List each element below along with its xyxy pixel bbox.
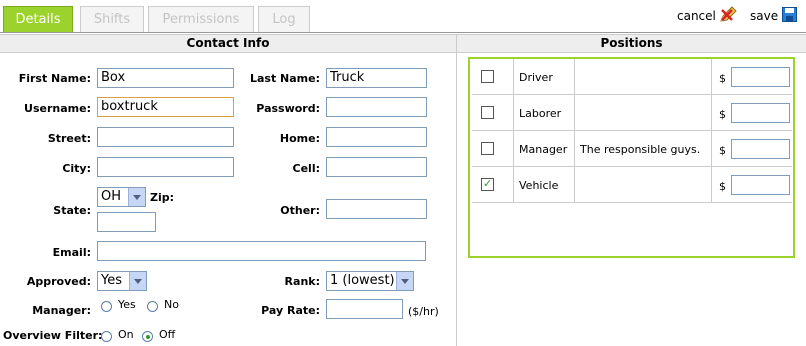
email-field[interactable]: [97, 241, 426, 261]
table-row: Vehicle $: [472, 167, 792, 203]
position-name: Laborer: [519, 107, 562, 120]
other-label: Other:: [280, 204, 320, 217]
cell-field[interactable]: [326, 157, 427, 177]
other-field[interactable]: [326, 199, 427, 219]
tab-shifts[interactable]: Shifts: [80, 6, 144, 32]
state-label: State:: [53, 204, 91, 217]
overview-filter-on-label: On: [118, 328, 134, 341]
zip-label: Zip:: [150, 191, 175, 204]
cancel-pencil-icon: [718, 6, 738, 27]
position-rate-field[interactable]: [731, 103, 790, 123]
tab-bar-divider: [0, 32, 806, 33]
position-name: Manager: [519, 143, 568, 156]
save-label: save: [750, 9, 779, 23]
password-label: Password:: [256, 102, 320, 115]
position-checkbox-manager[interactable]: [481, 142, 494, 155]
approved-label: Approved:: [26, 275, 91, 288]
street-label: Street:: [47, 132, 91, 145]
positions-header: Positions: [457, 34, 806, 53]
tab-permissions[interactable]: Permissions: [148, 6, 254, 32]
positions-table: Driver $ Laborer $ Manager The responsib…: [468, 57, 795, 258]
rank-value: 1 (lowest): [330, 273, 395, 288]
manager-no-radio[interactable]: [147, 301, 158, 312]
table-row: Laborer $: [472, 95, 792, 131]
table-row: Manager The responsible guys. $: [472, 131, 792, 167]
overview-filter-label: Overview Filter:: [3, 329, 103, 342]
cell-label: Cell:: [292, 162, 320, 175]
currency-symbol: $: [719, 108, 726, 121]
chevron-down-icon: [396, 272, 413, 290]
table-row: Driver $: [472, 59, 792, 95]
position-checkbox-laborer[interactable]: [481, 106, 494, 119]
position-checkbox-driver[interactable]: [481, 70, 494, 83]
contact-info-header: Contact Info: [0, 34, 456, 53]
zip-field[interactable]: [97, 212, 156, 232]
overview-filter-off-radio[interactable]: [142, 331, 153, 342]
cancel-label: cancel: [677, 9, 716, 23]
home-label: Home:: [279, 132, 320, 145]
position-rate-field[interactable]: [731, 139, 790, 159]
state-value: OH: [101, 189, 122, 204]
currency-symbol: $: [719, 144, 726, 157]
overview-filter-off-label: Off: [159, 328, 176, 341]
floppy-disk-icon: [782, 7, 797, 25]
password-field[interactable]: [326, 97, 427, 117]
manager-yes-label: Yes: [118, 298, 136, 311]
currency-symbol: $: [719, 72, 726, 85]
pay-rate-unit: ($/hr): [408, 305, 439, 318]
rank-select[interactable]: 1 (lowest): [326, 271, 414, 291]
currency-symbol: $: [719, 180, 726, 193]
pay-rate-label: Pay Rate:: [261, 304, 320, 317]
manager-no-label: No: [164, 298, 179, 311]
overview-filter-on-radio[interactable]: [101, 331, 112, 342]
home-field[interactable]: [326, 127, 427, 147]
rank-label: Rank:: [284, 275, 320, 288]
state-select[interactable]: OH: [97, 187, 146, 207]
last-name-label: Last Name:: [249, 72, 320, 85]
position-name: Vehicle: [519, 179, 559, 192]
position-rate-field[interactable]: [731, 175, 790, 195]
position-name: Driver: [519, 71, 553, 84]
city-label: City:: [62, 162, 91, 175]
first-name-label: First Name:: [18, 72, 91, 85]
position-description: The responsible guys.: [580, 143, 701, 156]
approved-select[interactable]: Yes: [97, 271, 147, 291]
chevron-down-icon: [128, 188, 145, 206]
manager-label: Manager:: [32, 304, 91, 317]
chevron-down-icon: [129, 272, 146, 290]
manager-yes-radio[interactable]: [101, 301, 112, 312]
approved-value: Yes: [101, 273, 122, 288]
cancel-button[interactable]: cancel: [676, 6, 738, 28]
column-divider: [456, 34, 457, 346]
tab-log[interactable]: Log: [258, 6, 310, 32]
username-label: Username:: [24, 102, 91, 115]
pay-rate-field[interactable]: [326, 299, 403, 319]
email-label: Email:: [52, 246, 91, 259]
position-rate-field[interactable]: [731, 67, 790, 87]
tab-details[interactable]: Details: [3, 6, 73, 32]
position-checkbox-vehicle[interactable]: [481, 177, 494, 191]
save-button[interactable]: save: [749, 6, 801, 28]
last-name-field[interactable]: Truck: [326, 68, 427, 88]
